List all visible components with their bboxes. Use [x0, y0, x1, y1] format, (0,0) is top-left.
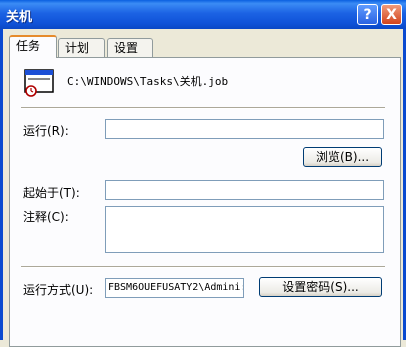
browse-button[interactable]: 浏览(B)... [303, 147, 382, 167]
start-in-label: 起始于(T): [23, 186, 80, 200]
help-button[interactable]: ? [357, 4, 378, 25]
task-path: C:\WINDOWS\Tasks\关机.job [67, 75, 229, 88]
tab-schedule[interactable]: 计划 [58, 38, 105, 58]
tab-settings[interactable]: 设置 [107, 38, 153, 58]
start-in-input[interactable] [105, 180, 384, 200]
scheduled-task-icon [24, 69, 54, 97]
comment-input[interactable] [105, 206, 384, 253]
title-bar[interactable]: 关机 ? X [0, 0, 406, 29]
separator [21, 107, 385, 109]
run-input[interactable] [105, 119, 384, 139]
close-button[interactable]: X [381, 4, 402, 25]
run-as-input[interactable]: FBSM6OUEFUSATY2\Admini: [105, 278, 244, 298]
window-title: 关机 [6, 10, 33, 25]
separator [21, 266, 385, 268]
set-password-button[interactable]: 设置密码(S)... [259, 277, 382, 297]
tab-task[interactable]: 任务 [9, 35, 57, 58]
run-as-label: 运行方式(U): [23, 283, 94, 297]
run-label: 运行(R): [23, 124, 69, 138]
comment-label: 注释(C): [23, 210, 69, 224]
task-panel [9, 57, 401, 347]
